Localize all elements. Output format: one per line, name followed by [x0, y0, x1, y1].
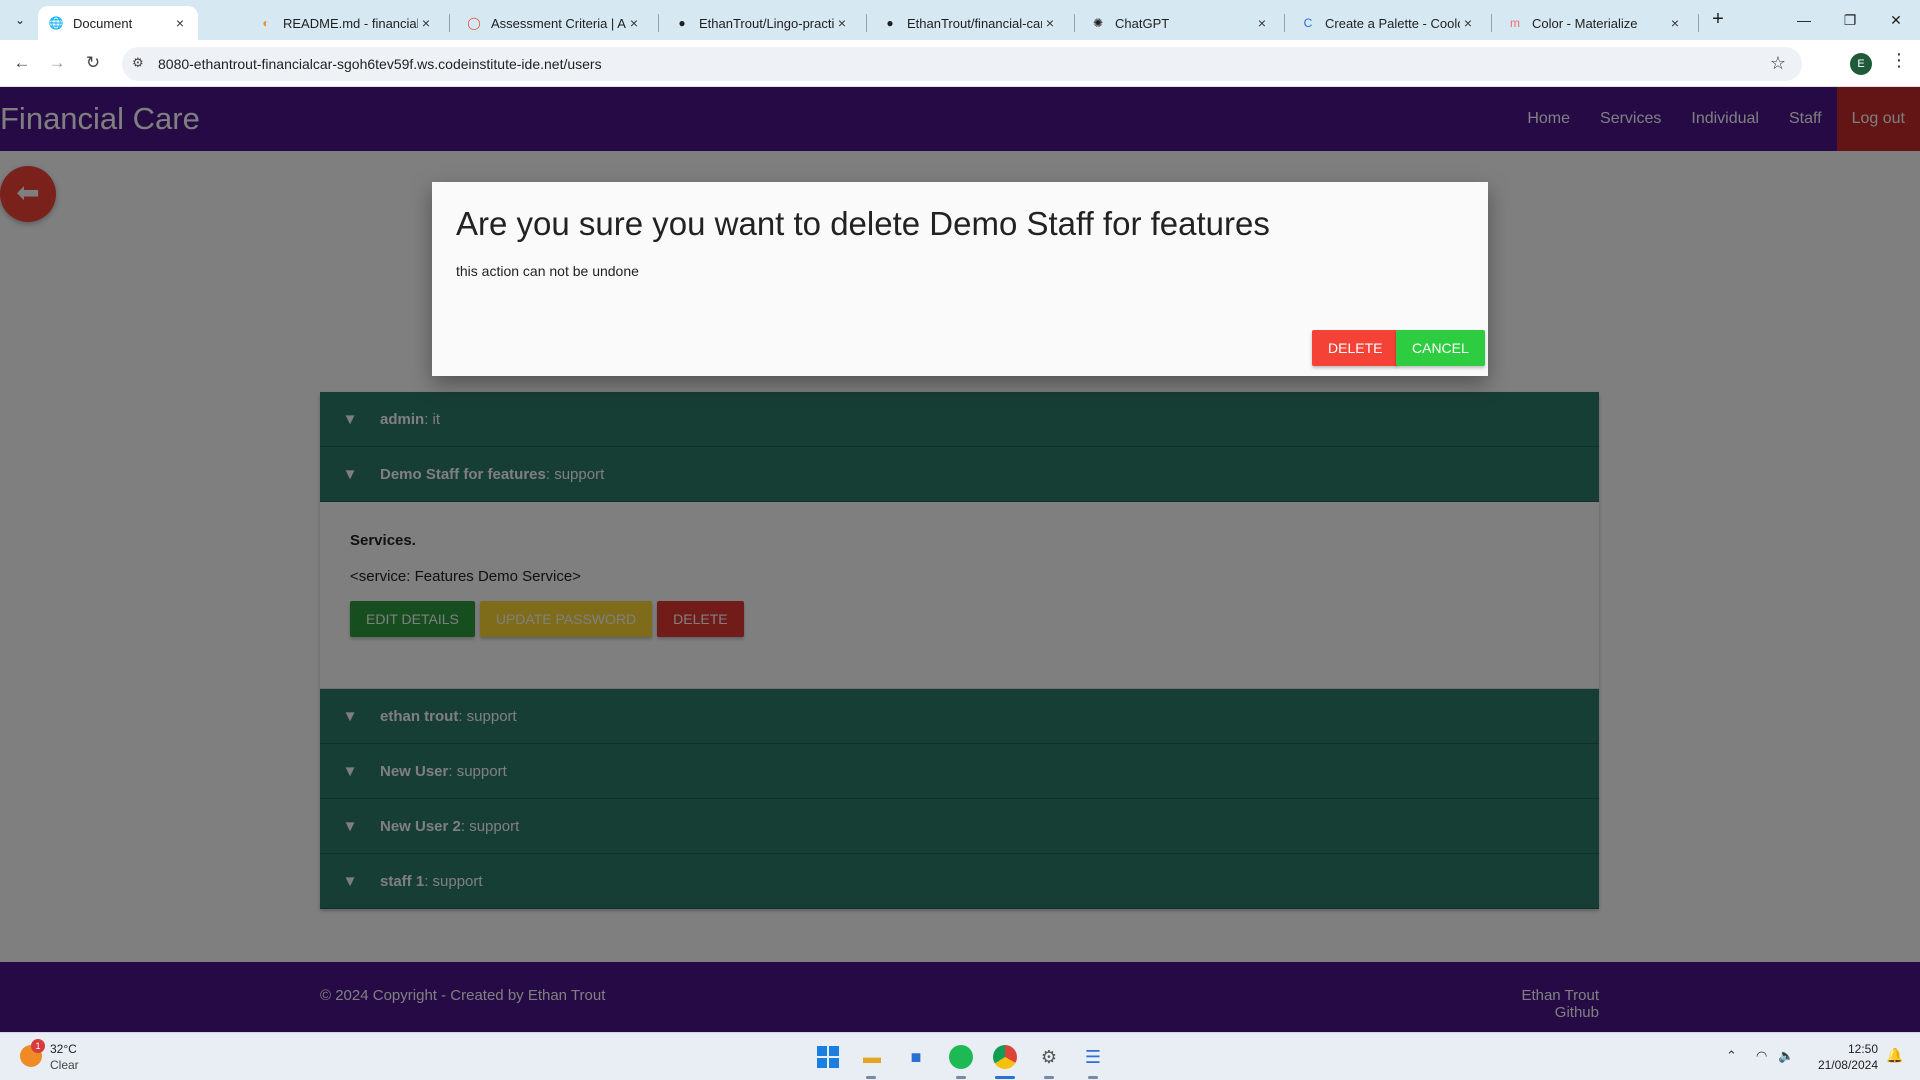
chatgpt-icon: ✺ [1092, 16, 1104, 30]
assessment-icon: ◯ [467, 16, 481, 30]
close-icon[interactable]: × [172, 15, 188, 31]
chrome-icon[interactable] [992, 1044, 1018, 1070]
close-icon[interactable]: × [1254, 15, 1270, 31]
close-icon[interactable]: × [1460, 15, 1476, 31]
tab-document[interactable]: 🌐 Document × [38, 6, 198, 40]
close-icon[interactable]: × [626, 15, 642, 31]
globe-icon: 🌐 [48, 16, 64, 30]
modal-cancel-button[interactable]: Cancel [1396, 330, 1485, 366]
close-icon[interactable]: × [1042, 15, 1058, 31]
running-indicator [1044, 1076, 1054, 1079]
profile-avatar[interactable]: E [1850, 53, 1872, 75]
tab-search-button[interactable]: ⌄ [8, 8, 32, 32]
tab-separator [658, 14, 659, 32]
forward-arrow-icon[interactable]: → [44, 50, 70, 76]
new-tab-button[interactable]: + [1705, 8, 1731, 32]
tab-separator [1074, 14, 1075, 32]
tab-separator [1698, 14, 1699, 32]
reload-icon[interactable]: ↻ [80, 50, 106, 76]
tab-separator [449, 14, 450, 32]
address-bar[interactable]: ⚙ 8080-ethantrout-financialcar-sgoh6tev5… [122, 47, 1802, 81]
os-taskbar: 1 32°C Clear ▬ ■ ⚙ ☰ ⌃ ◠ 🔈 12:50 21/08/2… [0, 1032, 1920, 1080]
running-indicator [956, 1076, 966, 1079]
volume-icon[interactable]: 🔈 [1778, 1048, 1794, 1064]
window-close-icon[interactable]: ✕ [1873, 4, 1919, 36]
github-icon: ● [678, 16, 686, 30]
tab-chatgpt[interactable]: ✺ ChatGPT × [1080, 6, 1280, 40]
tray-chevron-icon[interactable]: ⌃ [1726, 1048, 1737, 1064]
system-clock[interactable]: 12:50 21/08/2024 [1808, 1041, 1878, 1073]
notepad-icon[interactable]: ☰ [1080, 1044, 1106, 1070]
github-icon: ● [886, 16, 894, 30]
tab-materialize[interactable]: m Color - Materialize × [1497, 6, 1693, 40]
back-arrow-icon[interactable]: ← [9, 50, 35, 76]
active-indicator [995, 1076, 1015, 1079]
weather-badge: 1 [31, 1039, 45, 1053]
weather-condition[interactable]: Clear [50, 1058, 79, 1072]
close-icon[interactable]: × [418, 15, 434, 31]
running-indicator [1088, 1076, 1098, 1079]
clock-time: 12:50 [1847, 1042, 1878, 1056]
settings-gear-icon[interactable]: ⚙ [1036, 1044, 1062, 1070]
modal-subtitle: this action can not be undone [456, 263, 639, 279]
tab-assessment[interactable]: ◯ Assessment Criteria | Acti × [456, 6, 652, 40]
tab-separator [1491, 14, 1492, 32]
tab-readme[interactable]: ◐ README.md - financial-ca × [248, 6, 444, 40]
close-icon[interactable]: × [1667, 15, 1683, 31]
restore-icon[interactable]: ❐ [1827, 4, 1873, 36]
site-info-icon[interactable]: ⚙ [132, 55, 144, 71]
delete-confirm-modal: Are you sure you want to delete Demo Sta… [432, 182, 1488, 376]
spotify-icon[interactable] [948, 1044, 974, 1070]
wifi-icon[interactable]: ◠ [1756, 1048, 1767, 1064]
tab-coolors[interactable]: C Create a Palette - Coolors × [1290, 6, 1486, 40]
modal-title: Are you sure you want to delete Demo Sta… [456, 205, 1270, 242]
close-icon[interactable]: × [834, 15, 850, 31]
browser-tabstrip: ⌄ 🌐 Document × ◐ README.md - financial-c… [0, 0, 1920, 40]
file-explorer-icon[interactable]: ▬ [859, 1044, 885, 1070]
browser-menu-icon[interactable]: ⋮ [1890, 50, 1908, 71]
tab-separator [866, 14, 867, 32]
clock-date: 21/08/2024 [1817, 1058, 1878, 1072]
store-icon[interactable]: ■ [903, 1044, 929, 1070]
windows-start-icon[interactable] [815, 1044, 841, 1070]
running-indicator [866, 1076, 876, 1079]
bookmark-star-icon[interactable]: ☆ [1770, 53, 1786, 74]
browser-toolbar: ← → ↻ ⚙ 8080-ethantrout-financialcar-sgo… [0, 40, 1920, 87]
gitpod-icon: ◐ [262, 16, 270, 30]
weather-temperature[interactable]: 32°C [50, 1042, 77, 1056]
web-page: Financial Care Home Services Individual … [0, 87, 1920, 1032]
materialize-icon: m [1510, 16, 1520, 30]
tab-lingo-practice[interactable]: ● EthanTrout/Lingo-practice × [664, 6, 860, 40]
address-url[interactable]: 8080-ethantrout-financialcar-sgoh6tev59f… [158, 56, 602, 72]
coolors-icon: C [1303, 16, 1313, 30]
notification-bell-icon[interactable]: 🔔 [1886, 1047, 1903, 1064]
minimize-icon[interactable]: — [1781, 4, 1827, 36]
tab-financial-care[interactable]: ● EthanTrout/financial-care × [872, 6, 1068, 40]
modal-delete-button[interactable]: Delete [1312, 330, 1399, 366]
tab-separator [1284, 14, 1285, 32]
